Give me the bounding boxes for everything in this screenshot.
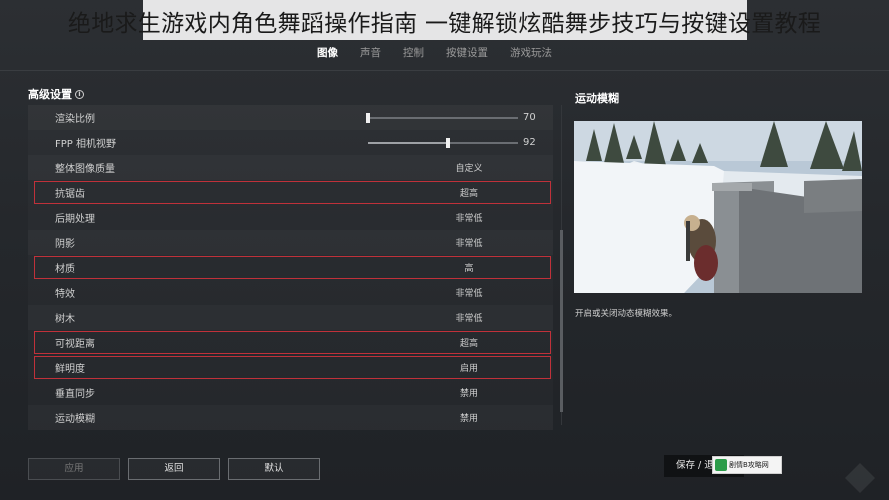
default-button[interactable]: 默认	[228, 458, 320, 480]
preview-description: 开启或关闭动态模糊效果。	[575, 309, 678, 319]
setting-value[interactable]: 非常低	[394, 236, 544, 249]
slider-track[interactable]	[366, 112, 518, 123]
watermark-logo-icon	[715, 459, 727, 471]
settings-row[interactable]: 渲染比例 70	[28, 105, 553, 130]
back-button[interactable]: 返回	[128, 458, 220, 480]
site-watermark: 剧情B攻略网	[712, 456, 782, 474]
tab-2[interactable]: 控制	[392, 44, 435, 62]
settings-row[interactable]: 后期处理 非常低	[28, 205, 553, 230]
settings-row[interactable]: 整体图像质量 自定义	[28, 155, 553, 180]
advanced-settings-title: 高级设置 i	[28, 86, 84, 102]
setting-value[interactable]: 非常低	[394, 311, 544, 324]
settings-row[interactable]: 抗锯齿 超高	[28, 180, 553, 205]
tab-0[interactable]: 图像	[306, 44, 349, 62]
tab-4[interactable]: 游戏玩法	[499, 44, 563, 62]
watermark-text: 剧情B攻略网	[729, 461, 769, 469]
slider-thumb[interactable]	[366, 112, 370, 123]
corner-decoration	[845, 463, 875, 493]
info-icon[interactable]: i	[75, 89, 84, 99]
tab-3[interactable]: 按键设置	[435, 44, 499, 62]
preview-title: 运动模糊	[575, 92, 619, 105]
setting-value[interactable]: 非常低	[394, 286, 544, 299]
apply-button[interactable]: 应用	[28, 458, 120, 480]
slider-value: 92	[523, 137, 536, 148]
setting-slider[interactable]	[368, 133, 518, 153]
setting-value[interactable]: 自定义	[394, 161, 544, 174]
settings-row[interactable]: 垂直同步 禁用	[28, 380, 553, 405]
setting-value[interactable]: 高	[394, 261, 544, 274]
setting-label: FPP 相机视野	[55, 139, 116, 150]
setting-label: 抗锯齿	[55, 189, 85, 200]
settings-row[interactable]: 运动模糊 禁用	[28, 405, 553, 430]
setting-value[interactable]: 禁用	[394, 386, 544, 399]
headline-text: 绝地求生游戏内角色舞蹈操作指南 一键解锁炫酷舞步技巧与按键设置教程	[67, 11, 822, 37]
settings-row[interactable]: 材质 高	[28, 255, 553, 280]
setting-label: 可视距离	[55, 339, 95, 350]
setting-label: 特效	[55, 289, 75, 300]
tab-1[interactable]: 声音	[349, 44, 392, 62]
setting-label: 渲染比例	[55, 114, 95, 125]
setting-value[interactable]: 禁用	[394, 411, 544, 424]
setting-label: 运动模糊	[55, 414, 95, 425]
motion-blur-preview-image	[574, 121, 862, 293]
slider-value: 70	[523, 112, 536, 123]
settings-row[interactable]: 鲜明度 启用	[28, 355, 553, 380]
settings-row[interactable]: 可视距离 超高	[28, 330, 553, 355]
setting-value[interactable]: 启用	[394, 361, 544, 374]
setting-label: 整体图像质量	[55, 164, 115, 175]
setting-label: 鲜明度	[55, 364, 85, 375]
setting-label: 后期处理	[55, 214, 95, 225]
settings-row[interactable]: 特效 非常低	[28, 280, 553, 305]
slider-thumb[interactable]	[445, 137, 450, 148]
tabs-divider	[0, 70, 889, 71]
settings-row[interactable]: FPP 相机视野 92	[28, 130, 553, 155]
setting-value[interactable]: 超高	[394, 336, 544, 349]
setting-slider[interactable]	[366, 108, 518, 128]
section-title-text: 高级设置	[28, 88, 72, 101]
settings-row[interactable]: 树木 非常低	[28, 305, 553, 330]
setting-label: 树木	[55, 314, 75, 325]
settings-list: 渲染比例 70 FPP 相机视野 92 整体图像质量 自定义 抗锯齿 超高 后期处理 非常低 阴影非…	[28, 105, 553, 430]
settings-row[interactable]: 阴影 非常低	[28, 230, 553, 255]
setting-value[interactable]: 超高	[394, 186, 544, 199]
article-headline: 绝地求生游戏内角色舞蹈操作指南 一键解锁炫酷舞步技巧与按键设置教程	[0, 0, 889, 42]
settings-tabs: 图像 声音 控制 按键设置 游戏玩法	[306, 44, 563, 62]
snow-scene-illustration	[574, 121, 862, 293]
setting-label: 材质	[55, 264, 75, 275]
slider-fill	[368, 141, 448, 144]
setting-label: 阴影	[55, 239, 75, 250]
slider-track[interactable]	[368, 137, 518, 148]
settings-scrollbar[interactable]	[560, 230, 563, 412]
setting-value[interactable]: 非常低	[394, 211, 544, 224]
setting-label: 垂直同步	[55, 389, 95, 400]
